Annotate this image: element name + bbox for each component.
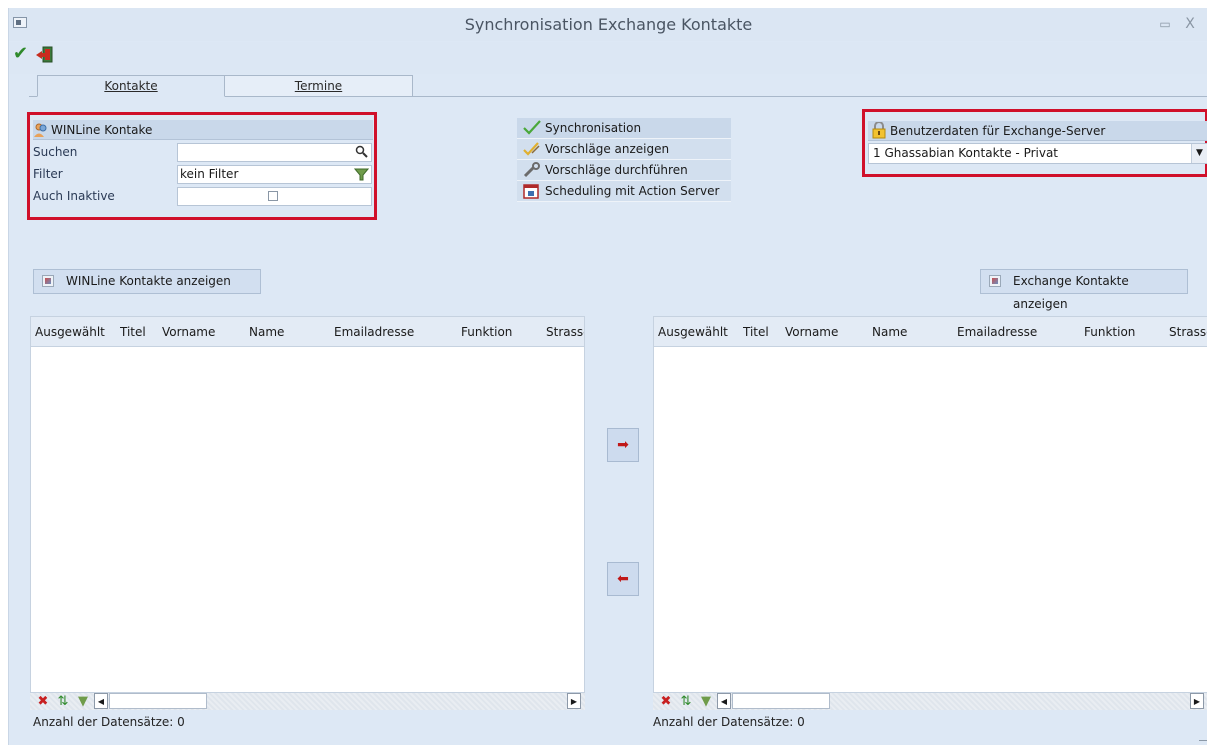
minimize-button[interactable]: ▭: [1157, 16, 1173, 32]
checkmark-icon: [523, 120, 541, 136]
synchronisation-label: Synchronisation: [545, 121, 642, 135]
column-header-firstname[interactable]: Vorname: [162, 317, 242, 347]
show-suggestions-label: Vorschläge anzeigen: [545, 142, 670, 156]
transfer-left-button[interactable]: ⬅: [607, 562, 639, 596]
arrow-left-icon: ⬅: [617, 571, 629, 587]
search-label: Suchen: [33, 145, 78, 159]
scroll-left-button[interactable]: ◀: [94, 693, 108, 709]
resize-grip[interactable]: [1199, 732, 1207, 741]
scroll-left-button[interactable]: ◀: [717, 693, 731, 709]
filter-field[interactable]: kein Filter: [177, 165, 372, 184]
filter-field-value: kein Filter: [180, 167, 239, 181]
inactive-label: Auch Inaktive: [33, 189, 115, 203]
run-suggestions-button[interactable]: Vorschläge durchführen: [517, 160, 731, 181]
winline-contacts-group: WINLine Kontake Suchen Filter kein Filte…: [27, 112, 377, 220]
filter-funnel-icon[interactable]: [353, 167, 370, 182]
column-header-email[interactable]: Emailadresse: [957, 317, 1067, 347]
column-header-function[interactable]: Funktion: [461, 317, 539, 347]
pencil-check-icon: [523, 141, 541, 157]
show-winline-contacts-button[interactable]: WINLine Kontakte anzeigen: [33, 269, 261, 294]
dropdown-arrow-icon[interactable]: ▼: [1191, 144, 1207, 163]
left-grid-footer: ✖ ⇅ ▼ ◀ ▶: [30, 693, 585, 710]
show-winline-contacts-label: WINLine Kontakte anzeigen: [66, 274, 231, 288]
column-header-street[interactable]: Strasse: [1169, 317, 1207, 347]
run-suggestions-label: Vorschläge durchführen: [545, 163, 688, 177]
scroll-right-button[interactable]: ▶: [1190, 693, 1204, 709]
contacts-icon: [33, 122, 49, 138]
exchange-contacts-grid[interactable]: Ausgewählt Titel Vorname Name Emailadres…: [653, 316, 1207, 693]
tab-strip: Kontakte Termine: [29, 75, 1207, 97]
application-window: Synchronisation Exchange Kontakte ▭ X ✔ …: [8, 8, 1207, 745]
column-header-title[interactable]: Titel: [743, 317, 781, 347]
grid-header: Ausgewählt Titel Vorname Name Emailadres…: [654, 317, 1207, 347]
toolbar: ✔: [9, 42, 1207, 74]
show-exchange-contacts-label: Exchange Kontakte anzeigen: [1013, 274, 1129, 311]
exit-door-icon[interactable]: [35, 46, 57, 64]
right-grid-footer: ✖ ⇅ ▼ ◀ ▶: [653, 693, 1207, 710]
column-header-title[interactable]: Titel: [120, 317, 158, 347]
grid-header: Ausgewählt Titel Vorname Name Emailadres…: [31, 317, 584, 347]
horizontal-scrollbar-thumb[interactable]: [732, 693, 830, 709]
search-field[interactable]: [177, 143, 372, 162]
delete-filter-icon[interactable]: ✖: [657, 693, 675, 710]
winline-header-label: WINLine Kontake: [51, 123, 153, 137]
sort-icon[interactable]: ⇅: [677, 693, 695, 710]
filter-funnel-icon[interactable]: ▼: [74, 693, 92, 710]
transfer-right-button[interactable]: ➡: [607, 428, 639, 462]
title-bar: Synchronisation Exchange Kontakte ▭ X: [9, 8, 1207, 41]
synchronisation-header: Synchronisation: [517, 118, 731, 139]
sort-icon[interactable]: ⇅: [54, 693, 72, 710]
exchange-header-label: Benutzerdaten für Exchange-Server: [890, 124, 1106, 138]
column-header-street[interactable]: Strasse: [546, 317, 584, 347]
winline-contacts-grid[interactable]: Ausgewählt Titel Vorname Name Emailadres…: [30, 316, 585, 693]
show-exchange-contacts-button[interactable]: Exchange Kontakte anzeigen: [980, 269, 1188, 311]
tab-kontakte[interactable]: Kontakte: [37, 75, 225, 97]
column-header-email[interactable]: Emailadresse: [334, 317, 444, 347]
exchange-user-select[interactable]: 1 Ghassabian Kontakte - Privat ▼: [868, 143, 1207, 164]
horizontal-scrollbar-thumb[interactable]: [109, 693, 207, 709]
table-icon: [42, 275, 54, 287]
column-header-selected[interactable]: Ausgewählt: [658, 317, 742, 347]
window-title: Synchronisation Exchange Kontakte: [464, 15, 753, 34]
exchange-user-selected-value: 1 Ghassabian Kontakte - Privat: [873, 146, 1059, 160]
synchronisation-panel: Synchronisation Vorschläge anzeigen Vors…: [517, 118, 731, 206]
column-header-function[interactable]: Funktion: [1084, 317, 1162, 347]
table-icon: [989, 275, 1001, 287]
tab-termine[interactable]: Termine: [225, 75, 413, 97]
close-button[interactable]: X: [1181, 15, 1199, 33]
scroll-right-button[interactable]: ▶: [567, 693, 581, 709]
show-suggestions-button[interactable]: Vorschläge anzeigen: [517, 139, 731, 160]
lock-icon: [872, 121, 886, 139]
filter-label: Filter: [33, 167, 63, 181]
right-record-count: Anzahl der Datensätze: 0: [653, 715, 805, 729]
column-header-name[interactable]: Name: [249, 317, 325, 347]
column-header-name[interactable]: Name: [872, 317, 948, 347]
delete-filter-icon[interactable]: ✖: [34, 693, 52, 710]
winline-header: WINLine Kontake: [33, 120, 373, 140]
inactive-field: [177, 187, 372, 206]
checkmark-save-icon[interactable]: ✔: [13, 44, 31, 64]
column-header-firstname[interactable]: Vorname: [785, 317, 865, 347]
inactive-checkbox[interactable]: [268, 191, 278, 201]
wrench-icon: [523, 162, 541, 178]
arrow-right-icon: ➡: [617, 437, 629, 453]
column-header-selected[interactable]: Ausgewählt: [35, 317, 119, 347]
search-icon[interactable]: [355, 145, 369, 159]
left-record-count: Anzahl der Datensätze: 0: [33, 715, 185, 729]
exchange-header: Benutzerdaten für Exchange-Server: [868, 121, 1207, 141]
scheduling-action-server-button[interactable]: Scheduling mit Action Server: [517, 181, 731, 202]
exchange-userdata-group: Benutzerdaten für Exchange-Server 1 Ghas…: [862, 109, 1207, 177]
calendar-icon: [523, 183, 539, 199]
filter-funnel-icon[interactable]: ▼: [697, 693, 715, 710]
scheduling-label: Scheduling mit Action Server: [545, 184, 720, 198]
